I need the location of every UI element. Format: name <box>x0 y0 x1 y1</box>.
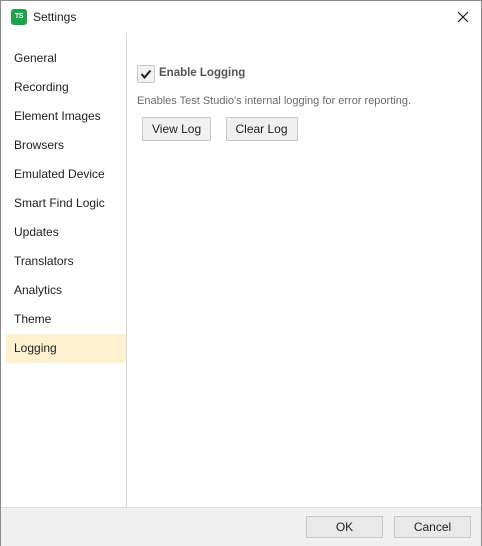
sidebar-item-logging[interactable]: Logging <box>6 334 126 363</box>
enable-logging-label[interactable]: Enable Logging <box>159 67 245 79</box>
title-bar: TS Settings <box>1 1 481 33</box>
sidebar-item-smart-find-logic[interactable]: Smart Find Logic <box>6 189 126 218</box>
sidebar-item-general[interactable]: General <box>6 44 126 73</box>
window-title: Settings <box>33 10 77 24</box>
cancel-button[interactable]: Cancel <box>394 516 471 538</box>
log-buttons-row: View Log Clear Log <box>142 117 467 141</box>
enable-logging-row: Enable Logging <box>137 65 467 83</box>
view-log-button[interactable]: View Log <box>142 117 212 141</box>
sidebar-item-updates[interactable]: Updates <box>6 218 126 247</box>
sidebar-item-element-images[interactable]: Element Images <box>6 102 126 131</box>
close-button[interactable] <box>449 3 477 31</box>
checkmark-icon <box>140 69 152 80</box>
clear-log-button[interactable]: Clear Log <box>225 117 298 141</box>
sidebar-item-recording[interactable]: Recording <box>6 73 126 102</box>
close-icon <box>457 11 469 23</box>
logging-description: Enables Test Studio's internal logging f… <box>137 95 411 107</box>
settings-sidebar: General Recording Element Images Browser… <box>6 44 126 506</box>
sidebar-item-emulated-device[interactable]: Emulated Device <box>6 160 126 189</box>
test-studio-app-icon: TS <box>11 9 27 25</box>
sidebar-divider <box>126 33 127 507</box>
sidebar-item-translators[interactable]: Translators <box>6 247 126 276</box>
sidebar-item-analytics[interactable]: Analytics <box>6 276 126 305</box>
ok-button[interactable]: OK <box>306 516 383 538</box>
dialog-footer: OK Cancel <box>1 507 481 546</box>
settings-window: TS Settings General Recording Element Im… <box>0 0 482 546</box>
sidebar-item-browsers[interactable]: Browsers <box>6 131 126 160</box>
logging-panel: Enable Logging Enables Test Studio's int… <box>137 65 467 141</box>
enable-logging-checkbox[interactable] <box>137 65 155 83</box>
sidebar-item-theme[interactable]: Theme <box>6 305 126 334</box>
